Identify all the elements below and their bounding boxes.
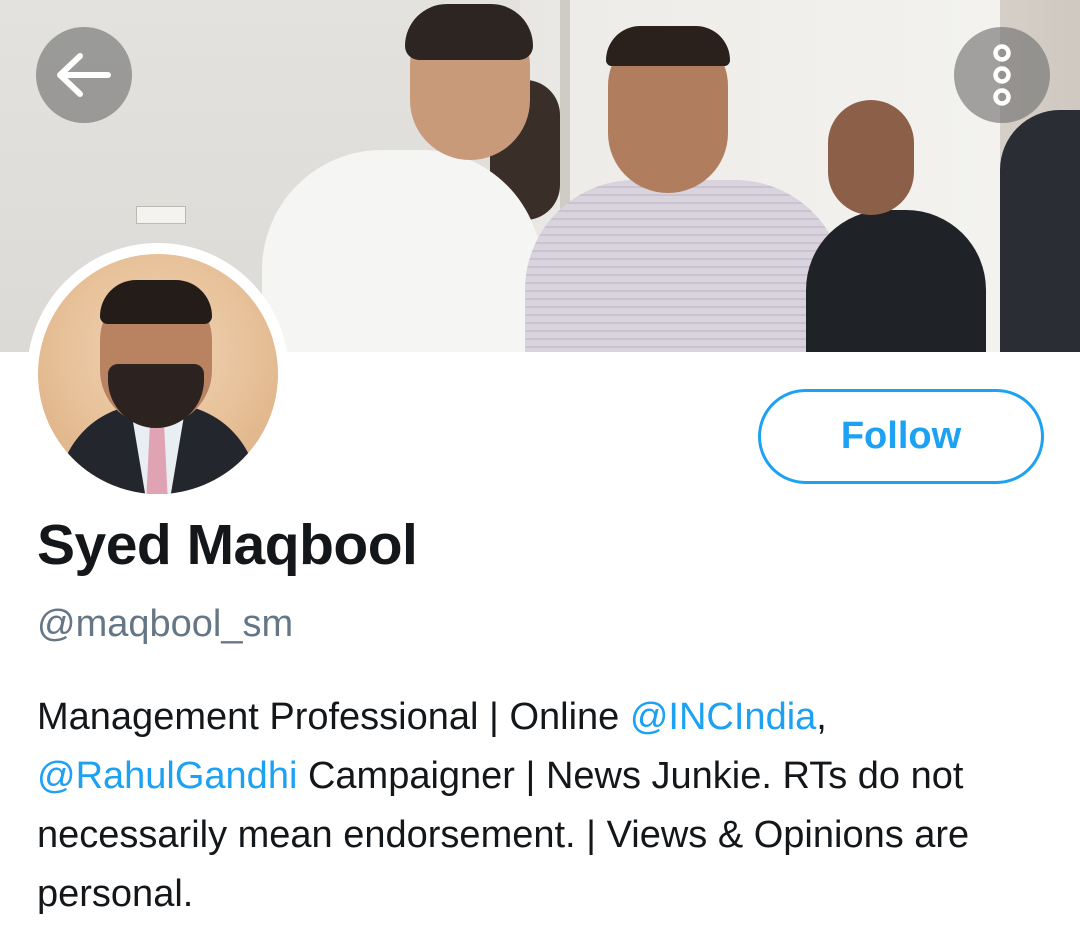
avatar-hair [100,280,212,324]
profile-bio: Management Professional | Online @INCInd… [37,688,1057,924]
banner-person-center-body [525,180,845,352]
more-options-button[interactable] [954,27,1050,123]
user-handle: @maqbool_sm [37,603,294,645]
banner-person-right-body [806,210,986,352]
bio-text: , [816,696,827,738]
back-button[interactable] [36,27,132,123]
banner-switch-plate [136,206,186,224]
banner-person-center-hair [606,26,730,66]
mention-link-incindia[interactable]: @INCIndia [630,696,816,738]
mention-link-rahulgandhi[interactable]: @RahulGandhi [37,755,297,797]
arrow-left-icon [57,53,111,97]
banner-person-edge [1000,110,1080,352]
display-name: Syed Maqbool [37,513,418,577]
vertical-ellipsis-icon [993,44,1011,106]
avatar[interactable] [27,243,289,505]
banner-person-left-hair [405,4,533,60]
avatar-image [38,254,278,494]
banner-person-right-head [828,100,914,215]
bio-text: Management Professional | Online [37,696,630,738]
banner-person-left-body [262,150,542,352]
follow-button[interactable]: Follow [758,389,1044,484]
